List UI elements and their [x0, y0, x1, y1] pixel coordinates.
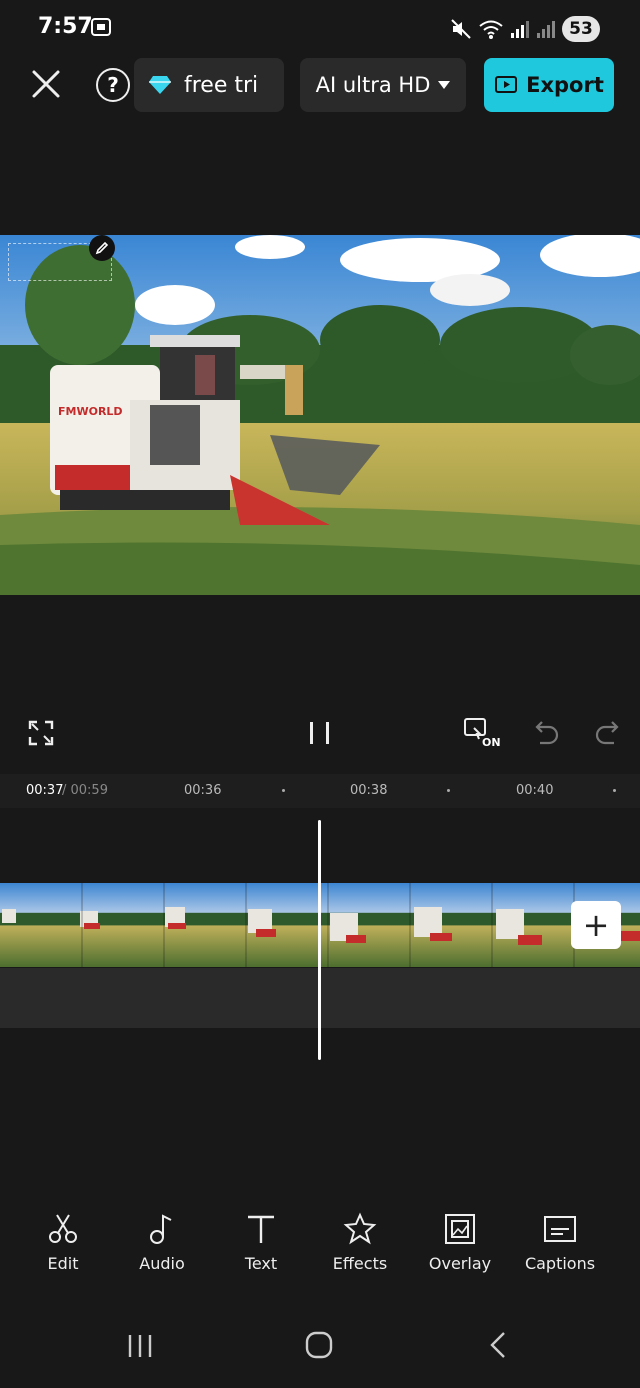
- ruler-dot: [613, 789, 616, 792]
- tool-label: Audio: [139, 1254, 185, 1273]
- fullscreen-icon[interactable]: [28, 720, 54, 746]
- quality-label: AI ultra HD: [315, 73, 431, 97]
- wifi-icon: [479, 20, 503, 39]
- tool-effects[interactable]: Effects: [315, 1212, 405, 1273]
- video-preview[interactable]: FMWORLD: [0, 235, 640, 595]
- ruler-dot: [447, 789, 450, 792]
- playhead[interactable]: [318, 820, 321, 1060]
- free-trial-button[interactable]: free tri: [134, 58, 284, 112]
- tool-audio[interactable]: Audio: [117, 1212, 207, 1273]
- tool-label: Overlay: [428, 1254, 492, 1273]
- recent-apps-button[interactable]: [126, 1332, 154, 1360]
- export-button[interactable]: Export: [484, 58, 614, 112]
- ruler-dot: [282, 789, 285, 792]
- signal-2-icon: [537, 21, 555, 38]
- tool-text[interactable]: Text: [216, 1212, 306, 1273]
- total-time: / 00:59: [62, 783, 108, 798]
- proxy-label: ON: [482, 736, 501, 749]
- home-button[interactable]: [304, 1330, 334, 1360]
- close-button[interactable]: [28, 66, 64, 102]
- tool-label: Effects: [332, 1254, 388, 1273]
- diamond-icon: [149, 76, 171, 94]
- machine-brand-text: FMWORLD: [58, 405, 123, 418]
- back-button[interactable]: [486, 1330, 510, 1360]
- tool-label: Text: [244, 1254, 278, 1273]
- screen-record-icon: [91, 18, 111, 36]
- tool-overlay[interactable]: Overlay: [415, 1212, 505, 1273]
- text-icon: [248, 1215, 274, 1243]
- signal-icon: [511, 21, 529, 38]
- pause-button[interactable]: [306, 718, 334, 748]
- captions-icon: [544, 1216, 576, 1242]
- status-time: 7:57: [38, 14, 93, 39]
- free-trial-label: free tri: [184, 72, 259, 98]
- add-clip-button[interactable]: +: [571, 901, 621, 949]
- export-icon: [495, 76, 518, 93]
- question-icon: ?: [107, 73, 119, 97]
- export-label: Export: [526, 73, 604, 97]
- chevron-down-icon: [438, 81, 451, 89]
- help-button[interactable]: ?: [96, 68, 130, 102]
- ruler-tick: 00:40: [516, 783, 554, 798]
- effects-star-icon: [343, 1212, 377, 1245]
- tool-label: Edit: [47, 1254, 79, 1273]
- status-icons: 53: [450, 14, 600, 44]
- quality-dropdown[interactable]: AI ultra HD: [300, 58, 466, 112]
- undo-button[interactable]: [534, 718, 560, 746]
- video-frame: FMWORLD: [0, 235, 640, 595]
- tool-captions[interactable]: Captions: [515, 1212, 605, 1273]
- current-time: 00:37: [26, 783, 64, 798]
- plus-icon: +: [582, 906, 610, 944]
- tool-edit[interactable]: Edit: [18, 1212, 108, 1273]
- proxy-toggle[interactable]: ON: [462, 716, 502, 752]
- music-note-icon: [150, 1214, 172, 1244]
- system-nav-bar: [0, 1310, 640, 1388]
- bottom-toolbar: Edit Audio Text Effects Overlay Captions: [0, 1212, 640, 1282]
- mute-icon: [451, 19, 471, 39]
- overlay-icon: [445, 1214, 475, 1244]
- scissors-icon: [49, 1214, 77, 1243]
- redo-button[interactable]: [594, 718, 620, 746]
- ruler-tick: 00:36: [184, 783, 222, 798]
- tool-label: Captions: [524, 1254, 596, 1273]
- edit-pen-icon[interactable]: [89, 235, 115, 261]
- battery-level: 53: [562, 16, 600, 42]
- ruler-tick: 00:38: [350, 783, 388, 798]
